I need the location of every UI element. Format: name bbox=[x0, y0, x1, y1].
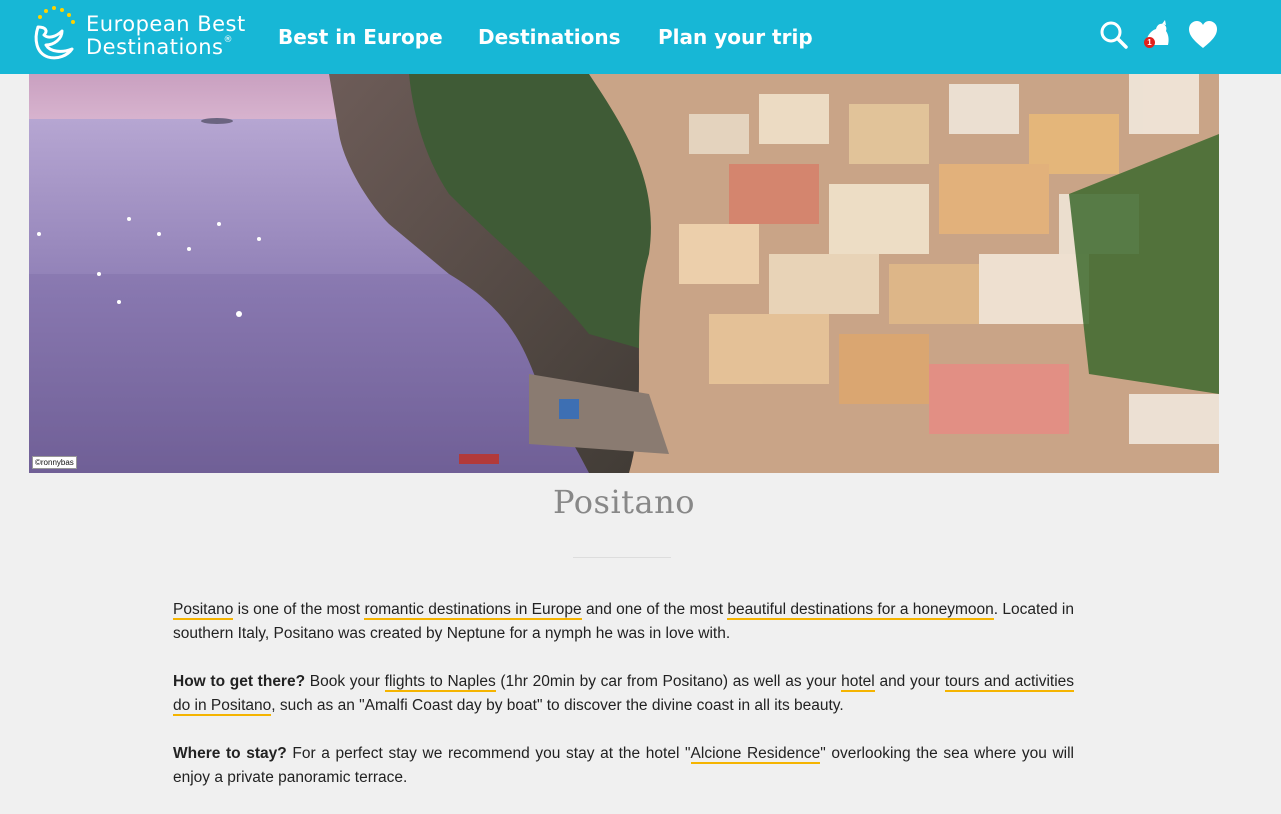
notifications-button[interactable]: 1 bbox=[1138, 17, 1174, 53]
page-title: Positano bbox=[553, 483, 695, 521]
nav-destinations[interactable]: Destinations bbox=[478, 0, 621, 74]
logo-swallow-icon bbox=[34, 6, 75, 60]
article-body: Positano is one of the most romantic des… bbox=[173, 598, 1075, 814]
intro-text-1: is one of the most bbox=[233, 601, 365, 618]
logo-text-line2: Destinations® bbox=[86, 35, 233, 59]
logo-registered-mark: ® bbox=[223, 35, 233, 45]
travel-text-4: , such as an "Amalfi Coast day by boat" … bbox=[271, 697, 844, 714]
nav-plan-your-trip[interactable]: Plan your trip bbox=[658, 0, 813, 74]
travel-text-2: (1hr 20min by car from Positano) as well… bbox=[495, 673, 842, 690]
site-header: European Best Destinations® Best in Euro… bbox=[0, 0, 1281, 74]
how-to-get-there-label: How to get there? bbox=[173, 673, 306, 690]
logo-text-line1: European Best bbox=[86, 12, 246, 36]
nav-best-in-europe[interactable]: Best in Europe bbox=[278, 0, 443, 74]
link-flights-to-naples[interactable]: flights to Naples bbox=[384, 673, 496, 692]
where-to-stay-label: Where to stay? bbox=[173, 745, 287, 762]
hero-image: ©ronnybas bbox=[29, 74, 1219, 473]
notification-count-badge: 1 bbox=[1144, 37, 1155, 48]
how-to-get-there-paragraph: How to get there? Book your flights to N… bbox=[173, 670, 1075, 718]
intro-text-2: and one of the most bbox=[581, 601, 728, 618]
site-logo[interactable]: European Best Destinations® bbox=[32, 5, 245, 65]
travel-text-1: Book your bbox=[305, 673, 385, 690]
search-button[interactable] bbox=[1096, 17, 1132, 53]
link-positano[interactable]: Positano bbox=[173, 601, 234, 620]
link-alcione-residence[interactable]: Alcione Residence bbox=[690, 745, 821, 764]
stay-text-1: For a perfect stay we recommend you stay… bbox=[286, 745, 691, 762]
favorites-button[interactable] bbox=[1185, 17, 1221, 53]
positano-photo bbox=[29, 74, 1219, 473]
travel-text-3: and your bbox=[874, 673, 945, 690]
intro-paragraph: Positano is one of the most romantic des… bbox=[173, 598, 1074, 646]
search-icon bbox=[1100, 21, 1128, 49]
heart-icon bbox=[1189, 21, 1217, 48]
notification-icon bbox=[1146, 20, 1169, 45]
link-hotel[interactable]: hotel bbox=[841, 673, 875, 692]
title-divider bbox=[573, 557, 671, 558]
logo-text-destinations: Destinations bbox=[86, 35, 224, 59]
where-to-stay-paragraph: Where to stay? For a perfect stay we rec… bbox=[173, 742, 1074, 790]
link-romantic-destinations[interactable]: romantic destinations in Europe bbox=[364, 601, 582, 620]
photo-credit: ©ronnybas bbox=[32, 456, 77, 469]
link-honeymoon-destinations[interactable]: beautiful destinations for a honeymoon bbox=[727, 601, 994, 620]
